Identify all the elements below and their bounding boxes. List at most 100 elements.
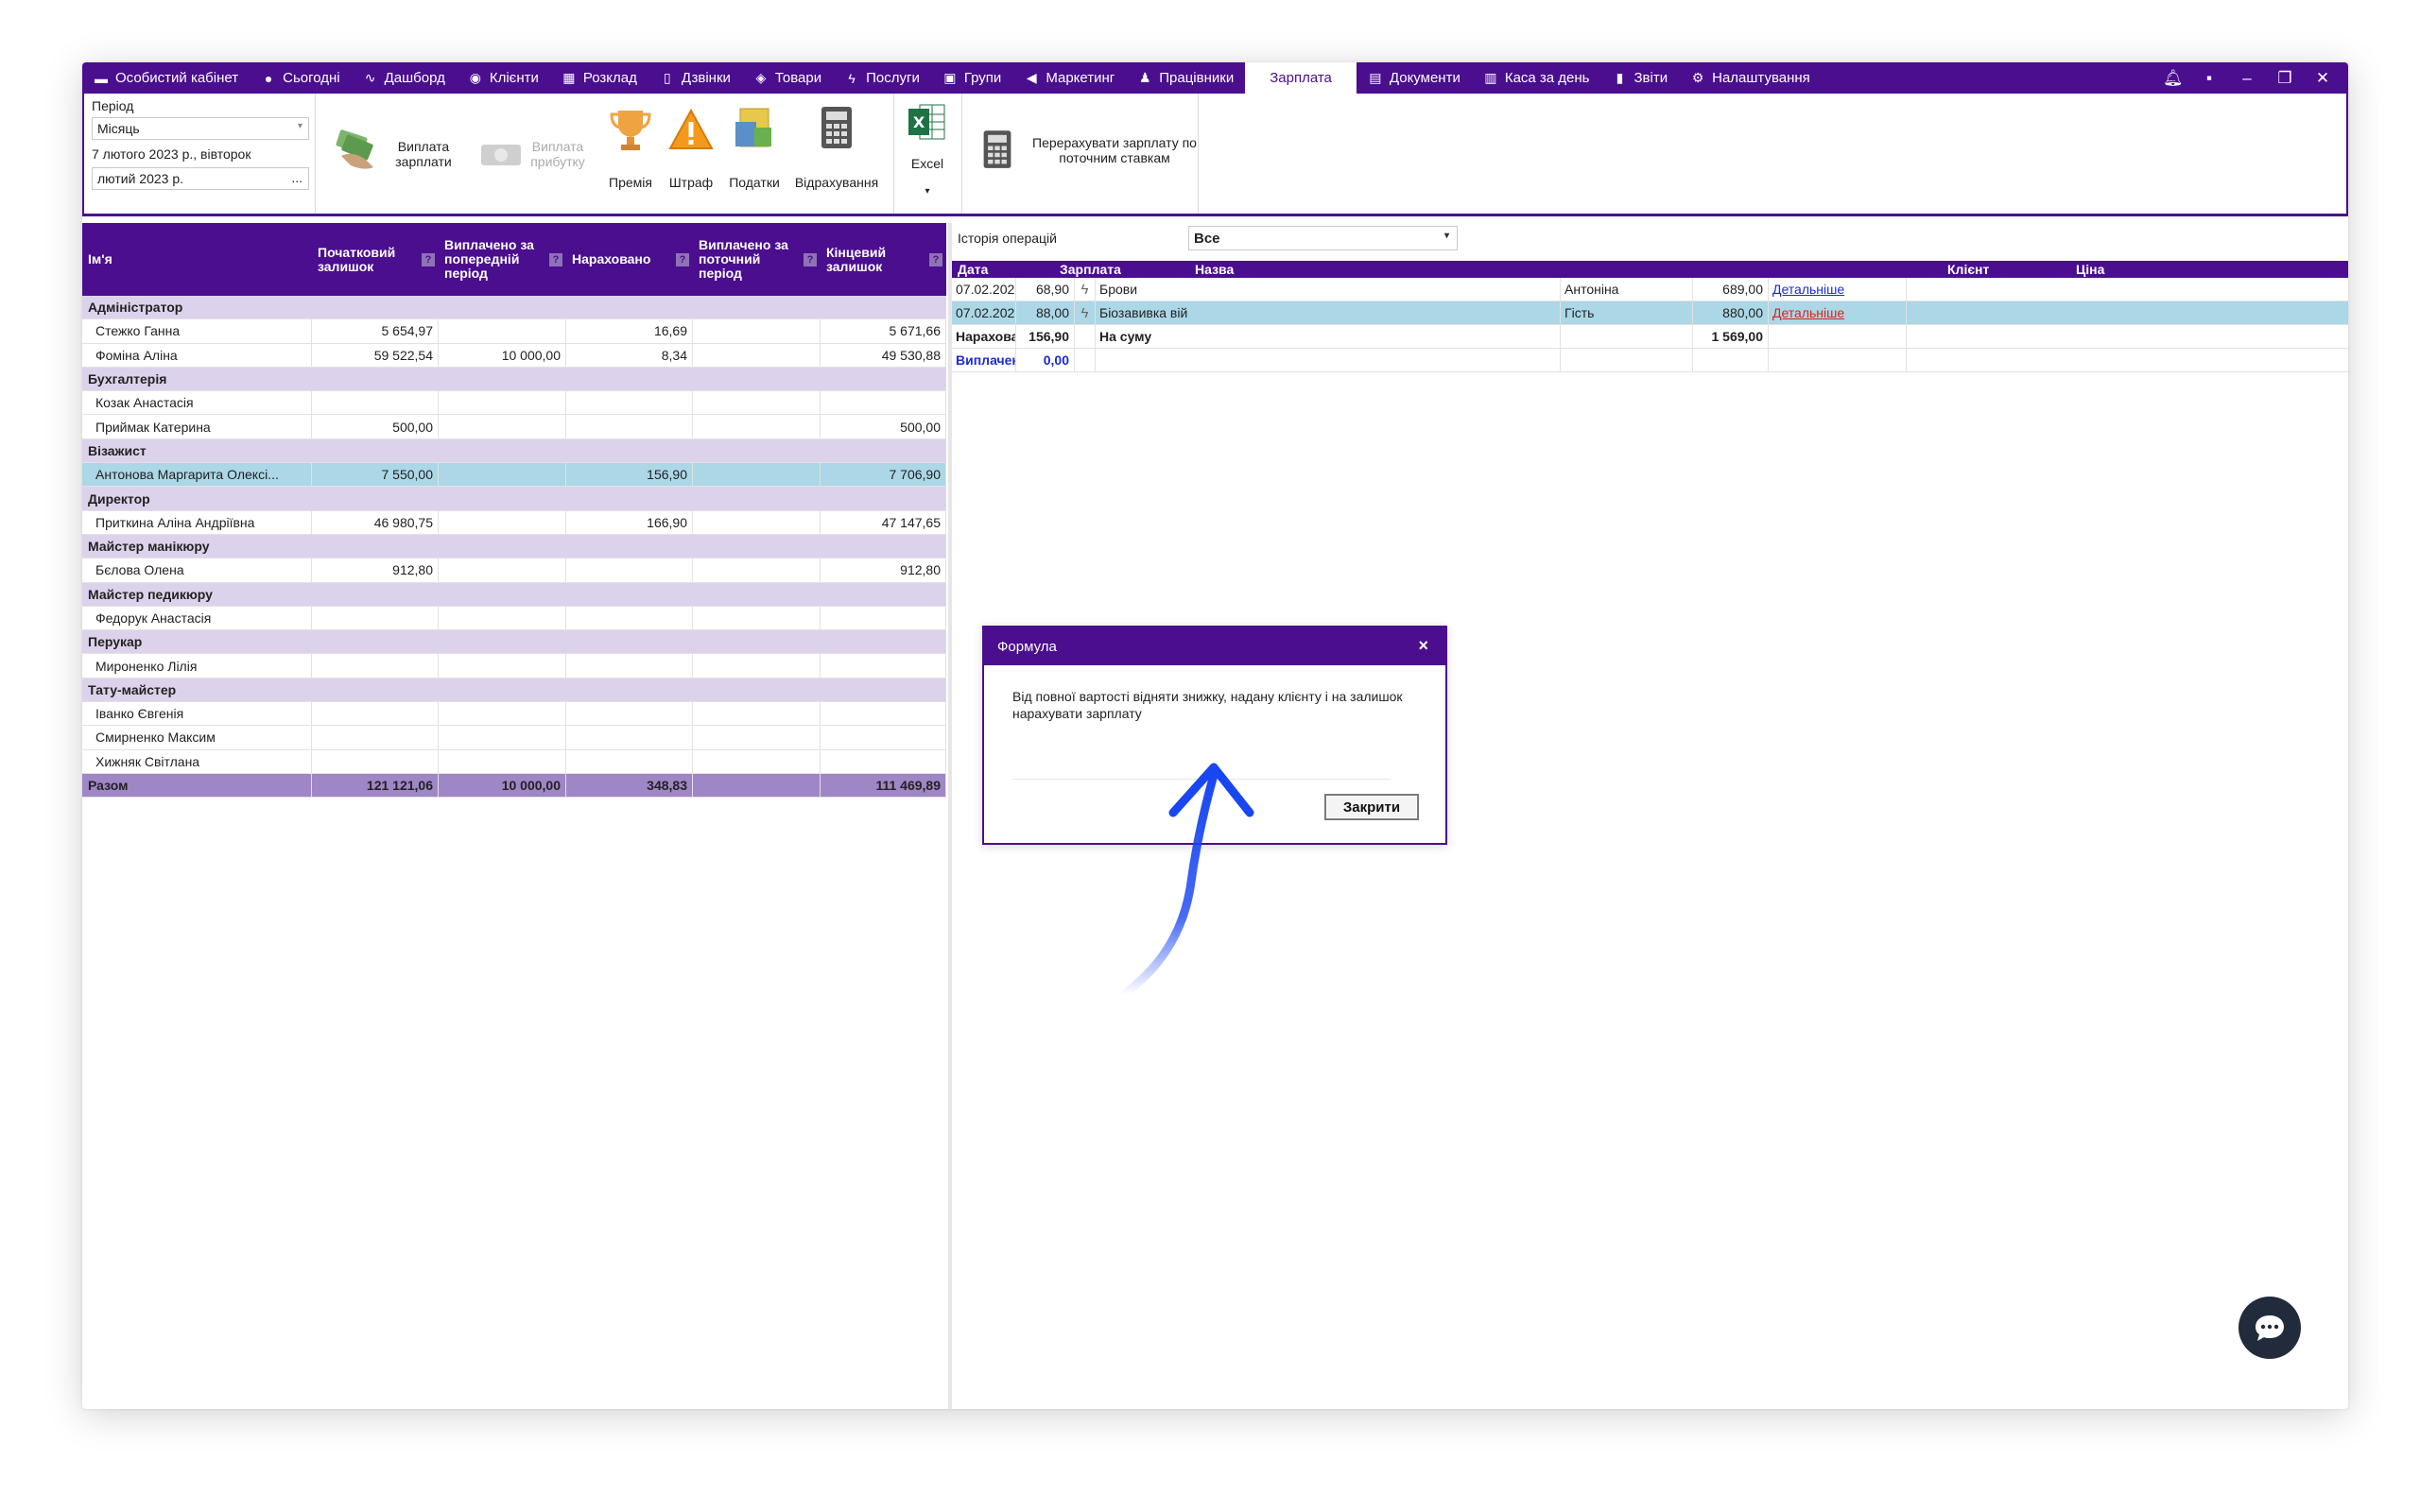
bonus-label: Премія	[609, 175, 652, 190]
help-icon[interactable]: ?	[549, 253, 562, 266]
column-header-name[interactable]: Ім'я	[82, 223, 312, 296]
table-row[interactable]: Приткина Аліна Андріївна 46 980,75 166,90 4…	[82, 510, 946, 535]
table-row[interactable]: Федорук Анастасія	[82, 606, 946, 631]
value-cell	[693, 558, 821, 582]
value-cell	[439, 319, 566, 343]
client-cell: Гість	[1561, 301, 1693, 324]
empty-cell	[1769, 349, 1907, 371]
nav-item-3[interactable]: ◉ Клієнти	[457, 62, 550, 94]
operation-row[interactable]: 07.02.2023 68,90 ϟ Брови Антоніна 689,00 Детал…	[952, 278, 2348, 301]
minimize-icon[interactable]: –	[2238, 69, 2256, 88]
details-link[interactable]: Детальніше	[1772, 282, 1844, 297]
recalc-salary-button[interactable]: Перерахувати зарплату по поточним ставка…	[980, 128, 1217, 175]
table-row[interactable]: Смирненко Максим	[82, 726, 946, 750]
table-row[interactable]: Стежко Ганна 5 654,97 16,69 5 671,66	[82, 319, 946, 344]
group-row[interactable]: Візажист	[82, 438, 946, 464]
restore-icon[interactable]: ❐	[2276, 69, 2293, 88]
operation-row[interactable]: 07.02.2023 88,00 ϟ Біозавивка вій Гість 880,0…	[952, 301, 2348, 325]
nav-item-11[interactable]: Зарплата	[1245, 62, 1357, 94]
value-cell: 47 147,65	[821, 510, 946, 534]
group-row[interactable]: Майстер манікюру	[82, 534, 946, 559]
month-picker[interactable]: лютий 2023 р. ...	[92, 167, 309, 190]
details-link-cell[interactable]: Детальніше	[1769, 301, 1907, 324]
nav-item-7[interactable]: ϟ Послуги	[833, 62, 931, 94]
table-row[interactable]: Приймак Катерина 500,00 500,00	[82, 415, 946, 439]
deductions-button[interactable]: Відрахування	[789, 99, 884, 194]
group-row[interactable]: Перукар	[82, 630, 946, 655]
group-row[interactable]: Тату-майстер	[82, 678, 946, 703]
nav-item-6[interactable]: ◈ Товари	[742, 62, 833, 94]
nav-item-9[interactable]: ◀ Маркетинг	[1012, 62, 1126, 94]
column-header-paid-current[interactable]: Виплачено за поточний період	[693, 223, 804, 296]
table-row[interactable]: Фоміна Аліна 59 522,54 10 000,00 8,34 49 530…	[82, 343, 946, 368]
accrued-value: 156,90	[1016, 325, 1075, 348]
group-row[interactable]: Адміністратор	[82, 296, 946, 320]
help-icon[interactable]: ?	[676, 253, 689, 266]
table-row[interactable]: Антонова Маргарита Олексі... 7 550,00 156,…	[82, 463, 946, 488]
nav-item-13[interactable]: ▥ Каса за день	[1472, 62, 1601, 94]
month-picker-button[interactable]: ...	[291, 170, 302, 185]
table-row[interactable]: Хижняк Світлана	[82, 749, 946, 774]
help-icon[interactable]: ?	[422, 253, 435, 266]
table-row[interactable]: Козак Анастасія	[82, 391, 946, 416]
group-row[interactable]: Майстер педикюру	[82, 582, 946, 607]
nav-item-2[interactable]: ∿ Дашборд	[352, 62, 457, 94]
table-header: Ім'я Початковий залишок? Виплачено за попе…	[82, 223, 946, 296]
close-dialog-button[interactable]: Закрити	[1324, 794, 1419, 820]
group-row[interactable]: Директор	[82, 487, 946, 511]
close-icon[interactable]: ×	[1418, 636, 1428, 656]
gear-icon: ⚙	[1691, 70, 1704, 85]
help-icon[interactable]: ?	[804, 253, 817, 266]
bell-icon[interactable]: 🔔︎	[2163, 69, 2184, 88]
column-header-start-balance[interactable]: Початковий залишок	[312, 223, 422, 296]
value-cell: 49 530,88	[821, 343, 946, 367]
value-cell	[312, 391, 439, 415]
nav-item-5[interactable]: ▯ Дзвінки	[648, 62, 742, 94]
paid-value: 0,00	[1016, 349, 1075, 371]
nav-item-8[interactable]: ▣ Групи	[931, 62, 1012, 94]
employee-name-cell: Майстер манікюру	[88, 539, 210, 555]
period-select[interactable]: Місяць ▾	[92, 117, 309, 140]
chevron-down-icon: ▾	[1443, 231, 1449, 241]
column-header-accrued[interactable]: Нараховано	[566, 223, 676, 296]
excel-button[interactable]: X Excel ▾	[899, 99, 956, 203]
value-cell	[693, 319, 821, 343]
fine-button[interactable]: Штраф	[663, 99, 719, 194]
price-cell: 689,00	[1693, 278, 1769, 301]
column-header-end-balance[interactable]: Кінцевий залишок	[821, 223, 929, 296]
nav-item-15[interactable]: ⚙ Налаштування	[1679, 62, 1822, 94]
employee-name-cell: Іванко Євгенія	[82, 702, 312, 726]
total-row[interactable]: Разом 121 121,06 10 000,00 348,83 111 469,89	[82, 773, 946, 799]
empty-cell	[1561, 325, 1693, 348]
details-link[interactable]: Детальніше	[1772, 305, 1844, 320]
group-row[interactable]: Бухгалтерія	[82, 367, 946, 392]
recalc-salary-label: Перерахувати зарплату по поточним ставка…	[1032, 135, 1197, 165]
nav-item-0[interactable]: ▬ Особистий кабінет	[82, 62, 250, 94]
lock-icon[interactable]: ▪	[2201, 69, 2218, 88]
nav-item-label: Дзвінки	[681, 70, 731, 86]
value-cell	[439, 510, 566, 534]
nav-item-10[interactable]: ♟ Працівники	[1126, 62, 1245, 94]
details-link-cell[interactable]: Детальніше	[1769, 278, 1907, 301]
history-filter-select[interactable]: Все ▾	[1188, 226, 1458, 250]
value-cell	[566, 702, 693, 726]
table-row[interactable]: Бєлова Олена 912,80 912,80	[82, 558, 946, 583]
nav-item-14[interactable]: ▮ Звіти	[1601, 62, 1680, 94]
box-icon: ◈	[755, 70, 767, 85]
nav-item-label: Групи	[963, 70, 1002, 86]
megaphone-icon: ◀	[1026, 70, 1037, 85]
nav-item-1[interactable]: ● Сьогодні	[250, 62, 352, 94]
chevron-down-icon[interactable]: ▾	[899, 184, 956, 199]
close-window-icon[interactable]: ✕	[2314, 69, 2331, 88]
bonus-button[interactable]: Премія	[602, 99, 659, 194]
chat-button[interactable]	[2238, 1297, 2301, 1359]
value-cell	[566, 654, 693, 678]
column-header-paid-previous[interactable]: Виплачено за попередній період	[439, 223, 549, 296]
nav-item-4[interactable]: ▦ Розклад	[550, 62, 648, 94]
nav-item-12[interactable]: ▤ Документи	[1357, 62, 1472, 94]
period-select-value: Місяць	[97, 121, 140, 136]
help-icon[interactable]: ?	[929, 253, 942, 266]
taxes-button[interactable]: Податки	[721, 99, 787, 194]
table-row[interactable]: Мироненко Лілія	[82, 654, 946, 679]
table-row[interactable]: Іванко Євгенія	[82, 702, 946, 727]
